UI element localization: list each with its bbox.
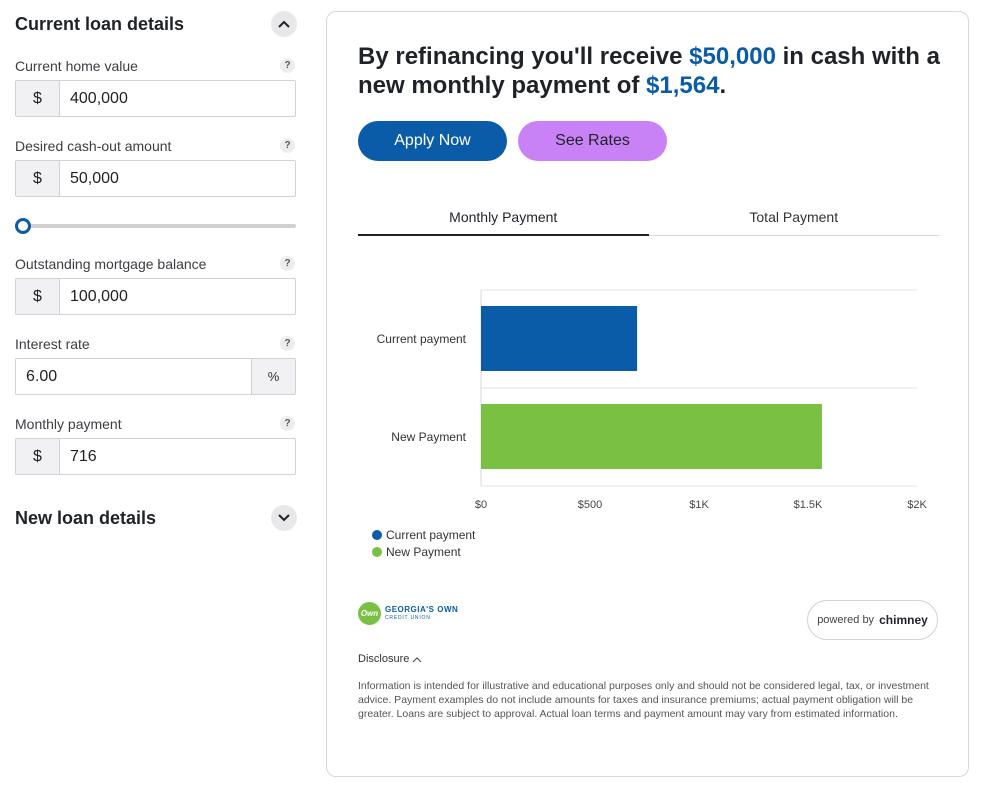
x-tick-label: $1K xyxy=(689,499,709,511)
mortgage-balance-field[interactable]: $ 100,000 xyxy=(15,278,296,315)
disclosure-toggle[interactable]: Disclosure xyxy=(358,653,422,665)
chevron-up-icon xyxy=(412,656,422,662)
cash-out-field[interactable]: $ 50,000 xyxy=(15,160,296,197)
cash-out-input[interactable]: 50,000 xyxy=(60,161,295,196)
chart-legend: Current payment New Payment xyxy=(372,526,475,560)
tab-total-payment[interactable]: Total Payment xyxy=(649,201,940,235)
help-icon[interactable]: ? xyxy=(280,138,295,153)
tab-monthly-payment[interactable]: Monthly Payment xyxy=(358,201,649,236)
legend-dot xyxy=(372,546,382,557)
payment-tabs: Monthly Payment Total Payment xyxy=(358,201,939,236)
percent-suffix: % xyxy=(251,359,295,394)
category-label: New Payment xyxy=(391,430,466,444)
help-icon[interactable]: ? xyxy=(280,256,295,271)
mortgage-balance-label: Outstanding mortgage balance xyxy=(15,256,207,272)
current-loan-header[interactable]: Current loan details xyxy=(15,9,297,39)
home-value-field[interactable]: $ 400,000 xyxy=(15,80,296,117)
headline-text-3: . xyxy=(719,72,727,99)
results-headline: By refinancing you'll receive $50,000 in… xyxy=(358,42,958,100)
logo-main-text: GEORGIA'S OWN xyxy=(385,604,459,614)
home-value-input[interactable]: 400,000 xyxy=(60,81,295,116)
cash-amount: $50,000 xyxy=(689,43,776,70)
logo-sub-text: CREDIT UNION xyxy=(385,614,431,621)
x-tick-label: $500 xyxy=(578,499,602,511)
dollar-prefix: $ xyxy=(16,161,60,196)
chevron-down-icon[interactable] xyxy=(271,505,297,531)
see-rates-button[interactable]: See Rates xyxy=(518,121,667,161)
bar-new-payment xyxy=(481,404,822,469)
dollar-prefix: $ xyxy=(16,81,60,116)
powered-by-chimney[interactable]: powered by chimney xyxy=(807,600,938,640)
monthly-payment-label: Monthly payment xyxy=(15,416,122,432)
legend-label: New Payment xyxy=(386,544,461,559)
legend-dot xyxy=(372,529,382,540)
legend-label: Current payment xyxy=(386,527,476,542)
chevron-up-icon[interactable] xyxy=(271,11,297,37)
help-icon[interactable]: ? xyxy=(280,58,295,73)
category-label: Current payment xyxy=(377,332,467,346)
current-loan-title: Current loan details xyxy=(15,13,185,34)
apply-now-button[interactable]: Apply Now xyxy=(358,121,507,161)
georgias-own-logo: Own GEORGIA'S OWN CREDIT UNION xyxy=(358,602,458,625)
powered-by-text: powered by xyxy=(817,614,875,626)
disclosure-label: Disclosure xyxy=(358,653,410,665)
new-payment-amount: $1,564 xyxy=(646,72,720,99)
results-card: By refinancing you'll receive $50,000 in… xyxy=(326,11,969,777)
slider-thumb[interactable] xyxy=(15,218,31,234)
dollar-prefix: $ xyxy=(16,279,60,314)
headline-text-1: By refinancing you'll receive xyxy=(358,43,690,70)
help-icon[interactable]: ? xyxy=(280,336,295,351)
interest-rate-label: Interest rate xyxy=(15,336,90,352)
disclosure-text: Information is intended for illustrative… xyxy=(358,680,929,720)
new-loan-header[interactable]: New loan details xyxy=(15,503,297,533)
x-tick-label: $0 xyxy=(475,499,487,511)
cash-out-slider[interactable] xyxy=(15,218,296,234)
x-tick-label: $2K xyxy=(907,499,927,511)
legend-item-current: Current payment xyxy=(372,526,475,543)
new-loan-title: New loan details xyxy=(15,507,157,528)
chimney-brand: chimney xyxy=(879,613,928,627)
mortgage-balance-input[interactable]: 100,000 xyxy=(60,279,295,314)
cash-out-label: Desired cash-out amount xyxy=(15,138,172,154)
dollar-prefix: $ xyxy=(16,439,60,474)
home-value-label: Current home value xyxy=(15,58,138,74)
x-tick-label: $1.5K xyxy=(794,499,823,511)
monthly-payment-field[interactable]: $ 716 xyxy=(15,438,296,475)
interest-rate-field[interactable]: 6.00 % xyxy=(15,358,296,395)
interest-rate-input[interactable]: 6.00 xyxy=(16,359,251,394)
bar-current-payment xyxy=(481,306,638,371)
help-icon[interactable]: ? xyxy=(280,416,295,431)
monthly-payment-input[interactable]: 716 xyxy=(60,439,295,474)
payment-bar-chart: Current payment New Payment $0 $500 $1K $1.5K… xyxy=(377,289,927,511)
logo-badge: Own xyxy=(358,602,381,625)
legend-item-new: New Payment xyxy=(372,543,475,560)
